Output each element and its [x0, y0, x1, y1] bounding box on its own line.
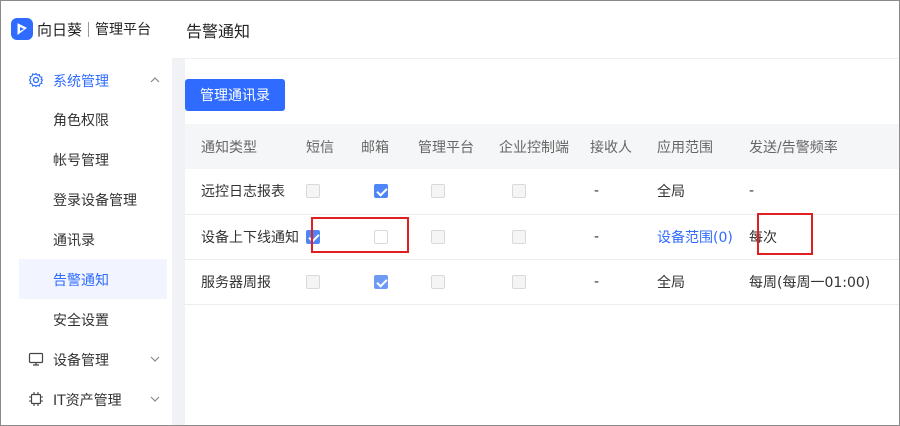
- sidebar-item-contacts[interactable]: 通讯录: [1, 219, 172, 259]
- table-header-row: 通知类型 短信 邮箱 管理平台 企业控制端 接收人 应用范围 发送/告警频率: [185, 124, 899, 169]
- manage-contacts-button[interactable]: 管理通讯录: [185, 79, 285, 111]
- email-checkbox[interactable]: [374, 274, 388, 289]
- sidebar-item-security[interactable]: 安全设置: [1, 299, 172, 339]
- sidebar-item-alert-notify[interactable]: 告警通知: [19, 259, 167, 299]
- column-header: 发送/告警频率: [749, 124, 899, 169]
- main-content: 管理通讯录 通知类型 短信 邮箱 管理平台 企业控制端 接收人 应用范围 发送/…: [185, 59, 899, 425]
- enterprise-checkbox[interactable]: [512, 184, 526, 199]
- sidebar-group-label: 系统管理: [53, 74, 109, 90]
- sidebar-group-devices[interactable]: 设备管理: [1, 339, 172, 379]
- cell-type: 设备上下线通知: [201, 229, 299, 246]
- logo: 向日葵 管理平台: [11, 15, 151, 43]
- chevron-down-icon: [150, 356, 160, 362]
- chevron-down-icon: [150, 396, 160, 402]
- sms-checkbox[interactable]: [306, 274, 320, 289]
- sidebar-item-roles[interactable]: 角色权限: [1, 99, 172, 139]
- enterprise-checkbox[interactable]: [512, 274, 526, 289]
- email-checkbox[interactable]: [374, 184, 388, 199]
- sms-checkbox[interactable]: [306, 229, 320, 244]
- sidebar-item-label: 安全设置: [53, 313, 109, 329]
- sidebar-item-login-devices[interactable]: 登录设备管理: [1, 179, 172, 219]
- brand-subtitle: 管理平台: [95, 22, 152, 38]
- column-header: 邮箱: [361, 124, 418, 169]
- column-header: 应用范围: [657, 124, 749, 169]
- cell-type: 远控日志报表: [201, 184, 285, 201]
- gear-icon: [28, 72, 44, 88]
- sidebar-group-it-assets[interactable]: IT资产管理: [1, 379, 172, 419]
- cell-receiver: -: [594, 228, 600, 245]
- column-header: 短信: [306, 124, 361, 169]
- monitor-icon: [28, 352, 44, 366]
- page-header: 告警通知: [172, 1, 899, 59]
- sms-checkbox[interactable]: [306, 184, 320, 199]
- platform-checkbox[interactable]: [431, 274, 445, 289]
- table-row: 服务器周报 - 全局 每周(每周一01:00): [185, 259, 899, 304]
- sidebar-group-system[interactable]: 系统管理: [1, 60, 172, 100]
- sidebar-group-label: 设备管理: [53, 353, 109, 369]
- app-window: 向日葵 管理平台 系统管理 角色权限 帐号管理 登录设备管理 通讯录 告警通知 …: [0, 0, 900, 426]
- table-row: 设备上下线通知 - 设备范围(0) 每次: [185, 214, 899, 259]
- sidebar-item-label: 角色权限: [53, 113, 109, 129]
- cell-scope: 全局: [657, 184, 685, 201]
- column-header: 企业控制端: [499, 124, 590, 169]
- sidebar-item-label: 登录设备管理: [53, 193, 137, 209]
- email-checkbox[interactable]: [374, 229, 388, 244]
- column-header: 通知类型: [185, 124, 306, 169]
- column-header: 管理平台: [418, 124, 499, 169]
- cell-frequency: 每次: [749, 229, 777, 246]
- sidebar-item-label: 帐号管理: [53, 153, 109, 169]
- logo-divider: [88, 21, 90, 37]
- cell-frequency: -: [749, 183, 755, 200]
- sunflower-logo-icon: [11, 18, 33, 40]
- content-gutter: [172, 1, 185, 425]
- column-header: 接收人: [590, 124, 657, 169]
- platform-checkbox[interactable]: [431, 184, 445, 199]
- chevron-up-icon: [150, 77, 160, 83]
- cell-frequency: 每周(每周一01:00): [749, 274, 871, 291]
- cell-receiver: -: [594, 273, 600, 290]
- sidebar-item-label: 通讯录: [53, 233, 95, 249]
- device-scope-link[interactable]: 设备范围(0): [657, 230, 733, 246]
- cell-type: 服务器周报: [201, 274, 271, 291]
- sidebar: 向日葵 管理平台 系统管理 角色权限 帐号管理 登录设备管理 通讯录 告警通知 …: [1, 1, 172, 425]
- cell-scope: 全局: [657, 274, 685, 291]
- platform-checkbox[interactable]: [431, 229, 445, 244]
- chip-icon: [29, 392, 43, 406]
- alert-table: 通知类型 短信 邮箱 管理平台 企业控制端 接收人 应用范围 发送/告警频率 远…: [185, 124, 899, 305]
- brand-name: 向日葵: [37, 20, 83, 39]
- table-row: 远控日志报表 - 全局 -: [185, 169, 899, 214]
- sidebar-item-accounts[interactable]: 帐号管理: [1, 139, 172, 179]
- cell-receiver: -: [594, 183, 600, 200]
- enterprise-checkbox[interactable]: [512, 229, 526, 244]
- page-title: 告警通知: [186, 22, 251, 41]
- sidebar-group-label: IT资产管理: [53, 393, 122, 409]
- sidebar-item-label: 告警通知: [53, 273, 109, 289]
